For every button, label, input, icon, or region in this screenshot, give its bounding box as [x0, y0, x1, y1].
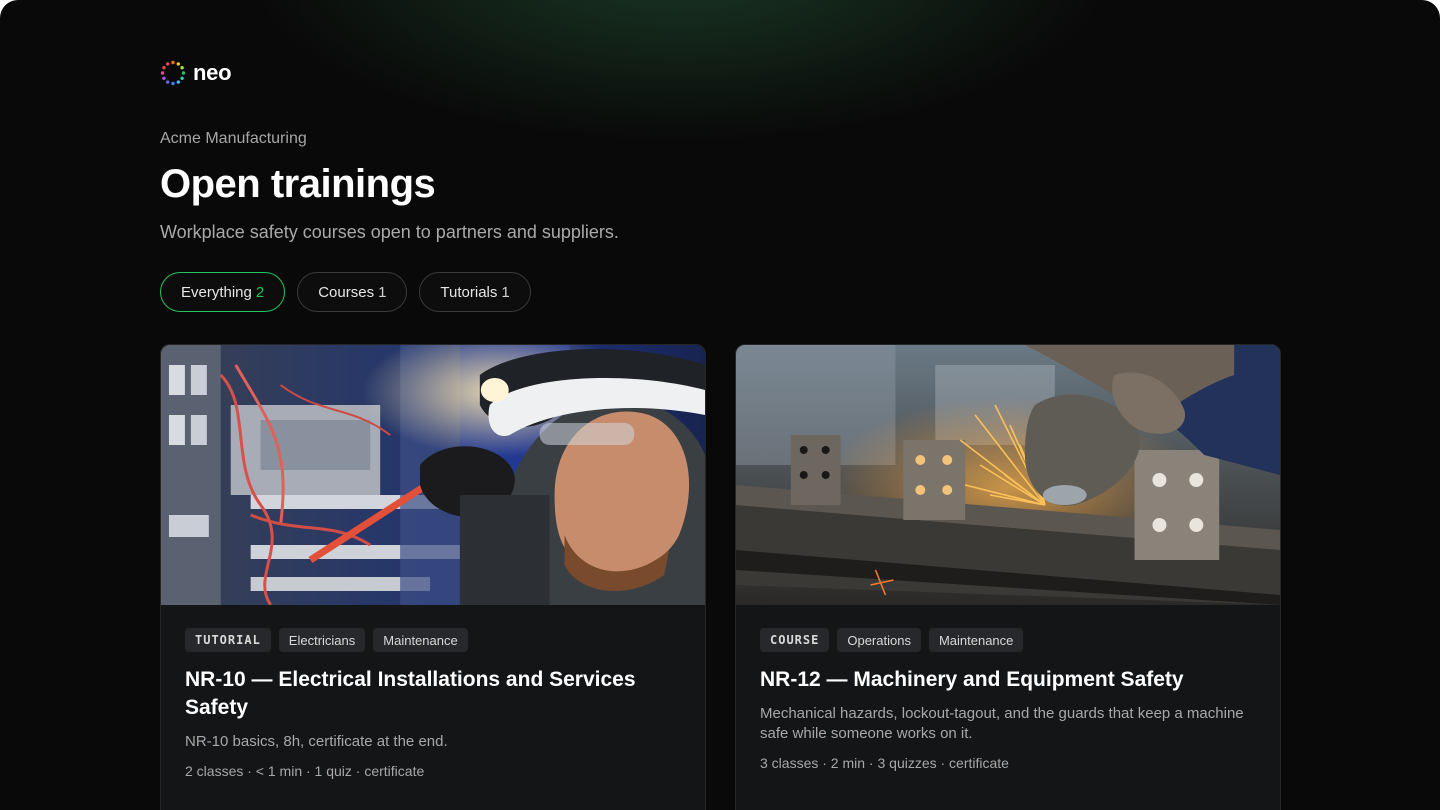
- page-subtitle: Workplace safety courses open to partner…: [160, 222, 619, 242]
- brand-name: neo: [193, 60, 232, 85]
- filter-courses[interactable]: Courses 1: [297, 272, 408, 312]
- filter-count: 2: [255, 283, 265, 301]
- type-badge: TUTORIAL: [185, 628, 271, 652]
- filter-label: Everything: [181, 283, 252, 301]
- card-tags: COURSE Operations Maintenance: [760, 628, 1256, 652]
- filter-tabs: Everything 2 Courses 1 Tutorials 1: [160, 272, 531, 312]
- tag-badge: Maintenance: [373, 628, 468, 652]
- filter-everything[interactable]: Everything 2: [160, 272, 286, 312]
- type-badge: COURSE: [760, 628, 830, 652]
- card-tags: TUTORIAL Electricians Maintenance: [185, 628, 681, 652]
- card-meta: 3 classes · 2 min · 3 quizzes · certific…: [760, 755, 1009, 771]
- card-body: TUTORIAL Electricians Maintenance NR-10 …: [161, 605, 705, 781]
- training-card[interactable]: COURSE Operations Maintenance NR-12 — Ma…: [735, 344, 1281, 810]
- training-card[interactable]: TUTORIAL Electricians Maintenance NR-10 …: [160, 344, 706, 810]
- brand-logo[interactable]: neo: [160, 60, 232, 86]
- card-body: COURSE Operations Maintenance NR-12 — Ma…: [736, 605, 1280, 773]
- app-window: neo Acme Manufacturing Open trainings Wo…: [0, 0, 1440, 810]
- grinding-thumbnail: [736, 345, 1280, 605]
- tag-badge: Operations: [837, 628, 921, 652]
- card-meta: 2 classes · < 1 min · 1 quiz · certifica…: [185, 763, 425, 779]
- page-title: Open trainings: [160, 162, 436, 206]
- organization-name: Acme Manufacturing: [160, 130, 307, 147]
- card-title[interactable]: NR-10 — Electrical Installations and Ser…: [185, 666, 681, 722]
- filter-count: 1: [501, 283, 510, 301]
- card-description: NR-10 basics, 8h, certificate at the end…: [185, 733, 448, 750]
- neo-logo-icon: [160, 60, 186, 86]
- filter-tutorials[interactable]: Tutorials 1: [419, 272, 531, 312]
- card-title[interactable]: NR-12 — Machinery and Equipment Safety: [760, 666, 1256, 694]
- tag-badge: Electricians: [278, 628, 366, 652]
- card-description: Mechanical hazards, lockout-tagout, and …: [760, 705, 1244, 742]
- filter-count: 1: [378, 283, 387, 301]
- tag-badge: Maintenance: [928, 628, 1024, 652]
- electrician-thumbnail: [161, 345, 705, 605]
- filter-label: Tutorials: [440, 283, 498, 301]
- filter-label: Courses: [318, 283, 375, 301]
